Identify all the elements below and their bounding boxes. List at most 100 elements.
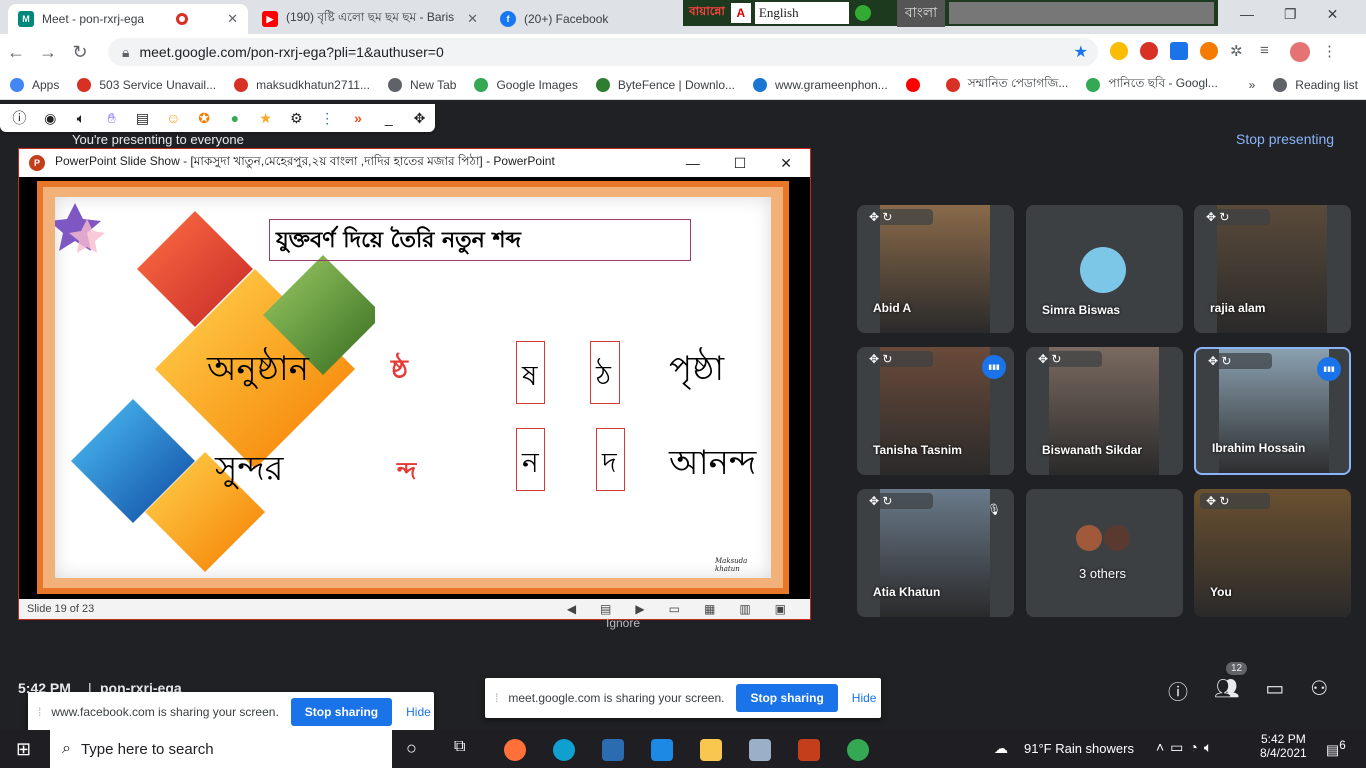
tile-controls[interactable]: ✥ ↻ xyxy=(863,209,933,225)
participant-tile[interactable]: ✥ ↻ rajia alam xyxy=(1194,205,1351,333)
bookmark-item[interactable]: New Tab xyxy=(387,77,464,92)
puzzle-icon[interactable]: ✲ xyxy=(1230,42,1248,60)
move-icon[interactable]: ✥ xyxy=(404,110,435,127)
tray-icons[interactable]: ˄▭◔🔈︎ xyxy=(1156,739,1218,756)
file-explorer-icon[interactable] xyxy=(700,739,722,761)
bookmark-item[interactable]: 503 Service Unavail... xyxy=(77,77,224,92)
weather-text[interactable]: 91°F Rain showers xyxy=(1024,741,1134,756)
store-icon[interactable] xyxy=(602,739,624,761)
slideshow-icon[interactable]: ▣ xyxy=(775,602,786,616)
mail-icon[interactable] xyxy=(651,739,673,761)
hide-button[interactable]: Hide xyxy=(406,705,431,719)
tile-controls[interactable]: ✥ ↻ xyxy=(1202,353,1272,369)
tile-controls[interactable]: ✥ ↻ xyxy=(1032,351,1102,367)
notification-icon[interactable]: ▤6 xyxy=(1326,739,1346,759)
extension-icon[interactable] xyxy=(1140,42,1158,60)
address-bar[interactable]: 🔒︎ meet.google.com/pon-rxrj-ega?pli=1&au… xyxy=(108,38,1098,66)
next-slide-icon[interactable]: ▶ xyxy=(635,602,644,616)
reading-view-icon[interactable]: ▥ xyxy=(739,602,750,616)
bookmark-item[interactable]: ByteFence | Downlo... xyxy=(595,77,743,92)
edge-icon[interactable] xyxy=(553,739,575,761)
bookmark-item[interactable]: maksudkhatun2711... xyxy=(234,77,378,92)
extension-icon[interactable] xyxy=(1170,42,1188,60)
bookmark-item[interactable]: Apps xyxy=(10,77,67,92)
bookmark-item[interactable]: পানিতে ছবি - Googl... xyxy=(1086,75,1225,95)
stop-sharing-button[interactable]: Stop sharing xyxy=(736,684,838,712)
emoji-icon[interactable]: ☺ xyxy=(158,110,189,126)
hide-button[interactable]: Hide xyxy=(852,691,877,705)
tab-meet[interactable]: M Meet - pon-rxrj-ega ✕ xyxy=(8,4,248,34)
slide-sorter-icon[interactable]: ▦ xyxy=(704,602,715,616)
badge-icon[interactable]: ✪ xyxy=(189,110,220,127)
activities-icon[interactable]: ⚇ xyxy=(1310,676,1328,705)
bookmark-item[interactable]: www.grameenphon... xyxy=(753,77,896,92)
app-icon[interactable] xyxy=(749,739,771,761)
participant-tile[interactable]: ✥ ↻ You xyxy=(1194,489,1351,617)
participant-tile[interactable]: ✥ ↻ Abid A xyxy=(857,205,1014,333)
minimize-toolbar-icon[interactable]: _ xyxy=(373,110,404,126)
stop-presenting-button[interactable]: Stop presenting xyxy=(1236,131,1334,147)
tile-controls[interactable]: ✥ ↻ xyxy=(1200,493,1270,509)
bookmark-star-icon[interactable]: ★ xyxy=(1074,42,1088,62)
powerpoint-taskbar-icon[interactable] xyxy=(798,739,820,761)
close-window-icon[interactable]: ✕ xyxy=(1327,6,1339,23)
ignore-label[interactable]: Ignore xyxy=(606,616,640,630)
minimize-icon[interactable]: — xyxy=(1240,6,1254,23)
tile-controls[interactable]: ✥ ↻ xyxy=(863,493,933,509)
participant-tile[interactable]: Simra Biswas xyxy=(1026,205,1183,333)
more-icon[interactable]: ⋮ xyxy=(312,110,343,127)
notes-icon[interactable]: ▤ xyxy=(600,602,611,616)
maximize-icon[interactable]: ☐ xyxy=(734,155,747,172)
reload-icon[interactable]: ↻ xyxy=(64,42,96,63)
close-tab-icon[interactable]: ✕ xyxy=(219,11,238,27)
bookmark-item[interactable]: Reading list xyxy=(1273,77,1366,92)
tab-youtube[interactable]: ▶ (190) বৃষ্টি এলো ছম ছম ছম - Baris ✕ xyxy=(252,4,488,34)
bookmark-item[interactable]: Google Images xyxy=(474,77,585,92)
minimize-icon[interactable]: — xyxy=(686,155,700,172)
participant-tile[interactable]: ✥ ↻ Biswanath Sikdar xyxy=(1026,347,1183,475)
participant-tile[interactable]: ✥ ↻ ▮▮▮ Ibrahim Hossain xyxy=(1194,347,1351,475)
cortana-icon[interactable]: ○ xyxy=(406,738,417,759)
task-view-icon[interactable]: ⧉ xyxy=(454,738,465,756)
normal-view-icon[interactable]: ▭ xyxy=(669,602,680,616)
menu-icon[interactable]: ⋮ xyxy=(1322,42,1340,62)
close-tab-icon[interactable]: ✕ xyxy=(459,11,478,27)
bookmark-item[interactable]: সম্মানিত পেডাগজি... xyxy=(945,75,1077,95)
tile-controls[interactable]: ✥ ↻ xyxy=(1200,209,1270,225)
stop-sharing-button[interactable]: Stop sharing xyxy=(290,698,393,726)
profile-avatar[interactable] xyxy=(1290,42,1310,62)
extension-icon[interactable] xyxy=(1200,42,1218,60)
chrome-icon[interactable] xyxy=(847,739,869,761)
eye-icon[interactable]: ◉ xyxy=(35,110,66,127)
participant-tile[interactable]: ✥ ↻ ▮▮▮ Tanisha Tasnim xyxy=(857,347,1014,475)
drag-handle-icon[interactable]: ⁞ xyxy=(495,691,498,705)
back-icon[interactable]: ← xyxy=(0,42,32,63)
ime-language-select[interactable]: English xyxy=(754,2,849,24)
tile-controls[interactable]: ✥ ↻ xyxy=(863,351,933,367)
drag-handle-icon[interactable]: ⁞ xyxy=(38,705,41,719)
close-window-icon[interactable]: ✕ xyxy=(780,155,792,172)
clipboard-icon[interactable]: ▤ xyxy=(127,110,158,127)
ime-globe-icon[interactable] xyxy=(854,5,871,21)
people-icon[interactable]: 👥︎ 12 xyxy=(1214,662,1248,705)
taskbar-search[interactable]: ⌕ Type here to search xyxy=(50,730,392,768)
gear-icon[interactable]: ⚙ xyxy=(281,110,312,127)
star-icon[interactable]: ★ xyxy=(250,110,281,127)
expand-icon[interactable]: » xyxy=(343,110,374,126)
media-icon[interactable]: ≡ xyxy=(1260,42,1278,60)
info-icon[interactable]: ⓘ xyxy=(4,108,35,128)
bookmark-item[interactable] xyxy=(905,77,936,92)
participant-tile[interactable]: 3 others xyxy=(1026,489,1183,617)
forward-icon[interactable]: → xyxy=(32,42,64,63)
extension-icon[interactable] xyxy=(1110,42,1128,60)
clock[interactable]: 5:42 PM 8/4/2021 xyxy=(1260,732,1307,760)
participant-tile[interactable]: ✥ ↻ 🎙︎ Atia Khatun xyxy=(857,489,1014,617)
firefox-icon[interactable] xyxy=(504,739,526,761)
previous-slide-icon[interactable]: ◀ xyxy=(567,602,576,616)
ime-tool-icons[interactable] xyxy=(949,2,1214,24)
hand-icon[interactable]: ✋︎ xyxy=(96,110,127,127)
bookmark-item[interactable]: » xyxy=(1249,78,1264,92)
speaker-icon[interactable]: 🔈︎ xyxy=(66,110,97,127)
chat-icon[interactable]: ● xyxy=(219,110,250,126)
ime-mode[interactable]: বাংলা xyxy=(896,0,946,27)
